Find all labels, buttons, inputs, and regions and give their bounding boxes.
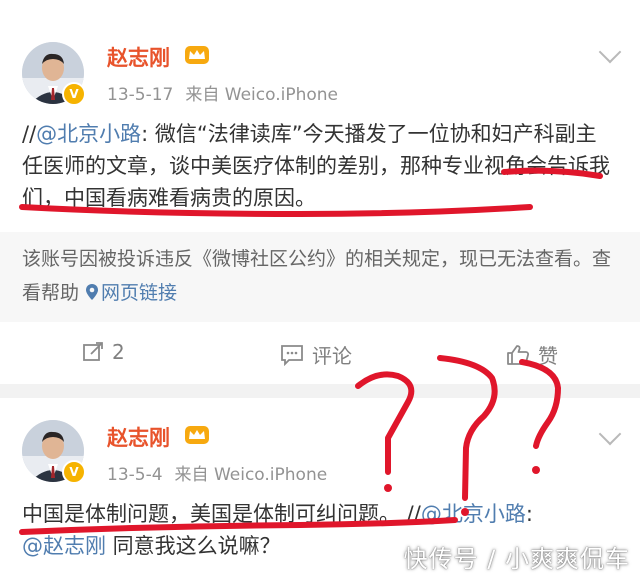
comment-icon (281, 344, 303, 366)
web-link-label: 网页链接 (101, 282, 178, 304)
post-tail: 同意我这么说嘛？ (106, 534, 281, 558)
post-date: 13-5-4 (107, 465, 163, 485)
verified-icon: V (62, 460, 86, 484)
repost-count: 2 (112, 340, 125, 364)
post-divider (0, 384, 640, 398)
mention-link[interactable]: @北京小路 (36, 122, 141, 146)
weibo-post-1: V 赵志刚 13-5-17 来自 Weico.iPhone //@北京小路: 微信… (0, 0, 640, 322)
comment-label: 评论 (312, 344, 352, 368)
comment-button[interactable]: 评论 (280, 340, 352, 369)
repost-button[interactable]: 2 (82, 340, 125, 364)
mention-link[interactable]: @北京小路 (421, 502, 526, 526)
crown-icon (185, 46, 209, 64)
reposted-text: 该账号因被投诉违反《微博社区公约》的相关规定，现已无法查看。查看帮助 网页链接 (22, 242, 618, 310)
web-link[interactable]: 网页链接 (85, 282, 177, 304)
link-icon (86, 284, 99, 300)
crown-icon (185, 426, 209, 444)
post-meta: 13-5-4 来自 Weico.iPhone (107, 460, 327, 485)
post-meta: 13-5-17 来自 Weico.iPhone (107, 80, 338, 105)
author-name[interactable]: 赵志刚 (107, 422, 170, 452)
action-bar: 2 评论 赞 (0, 322, 640, 384)
like-button[interactable]: 赞 (506, 340, 558, 369)
post-source: 来自 Weico.iPhone (174, 465, 328, 485)
author-name[interactable]: 赵志刚 (107, 42, 170, 72)
chevron-down-icon[interactable] (598, 422, 622, 446)
post-date: 13-5-17 (107, 85, 174, 105)
post-source: 来自 Weico.iPhone (185, 85, 338, 105)
mention-link[interactable]: @赵志刚 (22, 534, 106, 558)
text-prefix: // (22, 122, 37, 146)
like-icon (507, 344, 530, 365)
text-colon: : (525, 502, 533, 526)
like-label: 赞 (538, 344, 558, 368)
text-sep: // (400, 502, 421, 526)
verified-icon: V (62, 82, 86, 106)
post-text: //@北京小路: 微信“法律读库”今天播发了一位协和妇产科副主任医师的文章，谈中… (22, 118, 612, 214)
repost-icon (83, 342, 103, 361)
post-body: 中国是体制问题，美国是体制可纠问题。 (22, 502, 400, 526)
reposted-content[interactable]: 该账号因被投诉违反《微博社区公约》的相关规定，现已无法查看。查看帮助 网页链接 (0, 232, 640, 322)
chevron-down-icon[interactable] (598, 40, 622, 64)
watermark: 快传号 / 小爽爽侃车 (403, 545, 630, 573)
